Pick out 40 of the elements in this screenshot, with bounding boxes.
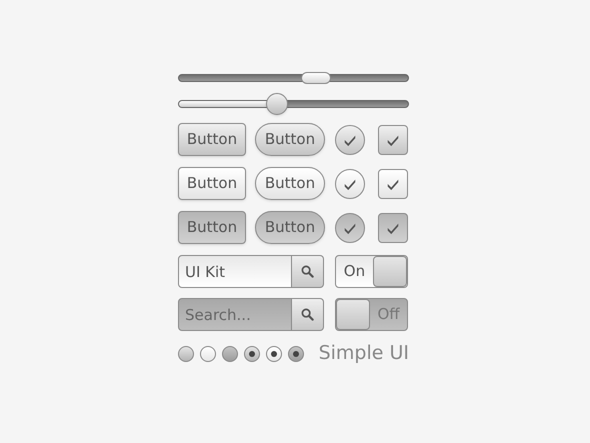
checkbox[interactable] [378,124,408,154]
checkbox[interactable] [378,168,408,198]
button[interactable]: Button [255,211,325,244]
slider-track[interactable] [178,100,409,108]
check-icon [343,176,357,190]
search-button[interactable] [292,298,324,331]
round-checkbox[interactable] [335,168,365,198]
toggle-switch[interactable]: On [335,255,408,288]
radio-button[interactable] [266,346,282,362]
radio-button[interactable] [288,346,304,362]
caption: Simple UI [318,344,409,363]
check-icon [343,220,357,234]
search-field[interactable]: Search... [178,298,292,331]
toggle-label: Off [376,304,401,326]
button[interactable]: Button [178,167,246,200]
slider-track[interactable] [178,74,409,82]
search-icon [301,308,314,321]
radio-button[interactable] [222,346,238,362]
radio-button[interactable] [200,346,216,362]
toggle-label: On [342,261,366,282]
slider-thumb[interactable] [266,93,288,115]
check-icon [386,132,400,146]
radio-button[interactable] [244,346,260,362]
button[interactable]: Button [255,123,325,156]
search-field[interactable]: UI Kit [178,255,292,288]
radio-button[interactable] [178,346,194,362]
button[interactable]: Button [178,123,246,156]
slider-thumb[interactable] [301,72,332,84]
check-icon [386,220,400,234]
search-icon [301,265,314,278]
check-icon [386,176,400,190]
round-checkbox[interactable] [335,124,365,154]
check-icon [343,132,357,146]
button[interactable]: Button [255,167,325,200]
round-checkbox[interactable] [335,212,365,242]
button[interactable]: Button [178,211,246,244]
toggle-knob[interactable] [336,299,370,330]
search-button[interactable] [292,255,324,288]
toggle-knob[interactable] [372,256,407,287]
checkbox[interactable] [378,212,408,242]
